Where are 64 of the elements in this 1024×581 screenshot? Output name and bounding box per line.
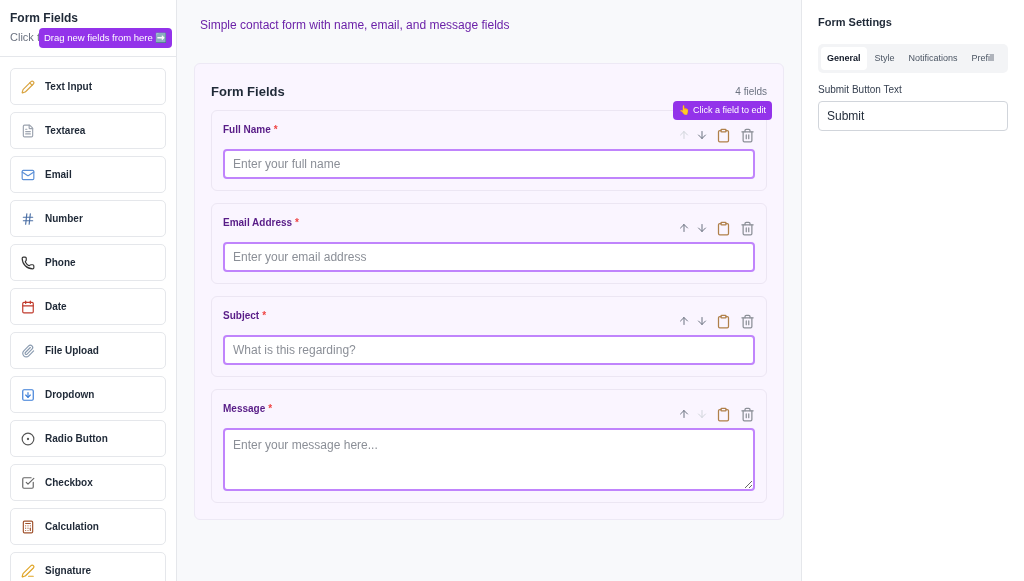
field-label: Full Name	[223, 123, 271, 135]
palette-item[interactable]: Text Input	[10, 68, 166, 105]
field-label: Email Address	[223, 216, 293, 228]
palette-item[interactable]: File Upload	[10, 332, 166, 369]
field-count: 4 fields	[735, 85, 767, 100]
checkbox-icon	[21, 475, 35, 490]
field-card[interactable]: Subject * What is this regarding?	[211, 295, 767, 377]
submit-text-field[interactable]: Submit	[818, 101, 1008, 131]
document-icon	[21, 123, 35, 138]
move-up-icon[interactable]	[678, 408, 690, 420]
radio-icon	[21, 431, 35, 446]
calculator-icon	[21, 519, 35, 534]
required-mark: *	[262, 309, 267, 321]
field-card[interactable]: Message * Enter your message here...	[211, 388, 767, 503]
palette-item[interactable]: Email	[10, 156, 166, 193]
clipboard-icon[interactable]	[716, 406, 731, 422]
move-down-icon[interactable]	[696, 222, 708, 234]
settings-tab[interactable]: General	[821, 46, 867, 70]
move-up-icon[interactable]	[678, 222, 690, 234]
calendar-icon	[21, 299, 35, 314]
settings-tab[interactable]: Style	[868, 46, 901, 70]
pencil-icon	[21, 79, 35, 94]
settings-title: Form Settings	[818, 15, 893, 30]
required-mark: *	[273, 123, 278, 135]
palette-item[interactable]: Textarea	[10, 112, 166, 149]
tooltip: 👆 Click a field to edit	[673, 100, 772, 120]
input-field[interactable]: Enter your email address	[223, 241, 755, 272]
palette-item[interactable]: Signature	[10, 552, 166, 581]
paperclip-icon	[21, 343, 35, 358]
move-down-icon[interactable]	[696, 129, 708, 141]
trash-icon[interactable]	[740, 313, 755, 329]
clipboard-icon[interactable]	[716, 313, 731, 329]
tooltip: Drag new fields from here ➡	[39, 28, 173, 49]
trash-icon[interactable]	[740, 406, 755, 422]
phone-icon	[21, 255, 35, 270]
field-label: Submit Button Text	[818, 83, 903, 97]
palette-item[interactable]: Calculation	[10, 508, 166, 545]
form-description: Simple contact form with name, email, and message fields	[200, 17, 511, 34]
palette-item[interactable]: Number	[10, 200, 166, 237]
settings-tab[interactable]: Notifications	[902, 46, 964, 70]
input-field[interactable]: What is this regarding?	[223, 334, 755, 365]
clipboard-icon[interactable]	[716, 127, 731, 143]
settings-tab[interactable]: Prefill	[965, 46, 1001, 70]
palette-item[interactable]: Radio Button	[10, 420, 166, 457]
palette-item[interactable]: Dropdown	[10, 376, 166, 413]
move-down-icon[interactable]	[696, 315, 708, 327]
input-field[interactable]: Enter your full name	[223, 148, 755, 179]
palette-item[interactable]: Checkbox	[10, 464, 166, 501]
number-icon	[21, 211, 35, 226]
field-card[interactable]: Email Address * Enter your email address	[211, 202, 767, 284]
clipboard-icon[interactable]	[716, 220, 731, 236]
palette-item[interactable]: Phone	[10, 244, 166, 281]
form-title: Form Fields	[211, 83, 285, 101]
palette-title: Form Fields	[10, 10, 79, 27]
field-label: Message	[223, 402, 266, 414]
palette-item[interactable]: Date	[10, 288, 166, 325]
field-label: Subject	[223, 309, 260, 321]
trash-icon[interactable]	[740, 220, 755, 236]
required-mark: *	[268, 402, 273, 414]
trash-icon[interactable]	[740, 127, 755, 143]
required-mark: *	[295, 216, 299, 228]
message-field[interactable]: Enter your message here...	[223, 427, 755, 491]
move-up-icon[interactable]	[678, 315, 690, 327]
envelope-icon	[21, 167, 35, 182]
